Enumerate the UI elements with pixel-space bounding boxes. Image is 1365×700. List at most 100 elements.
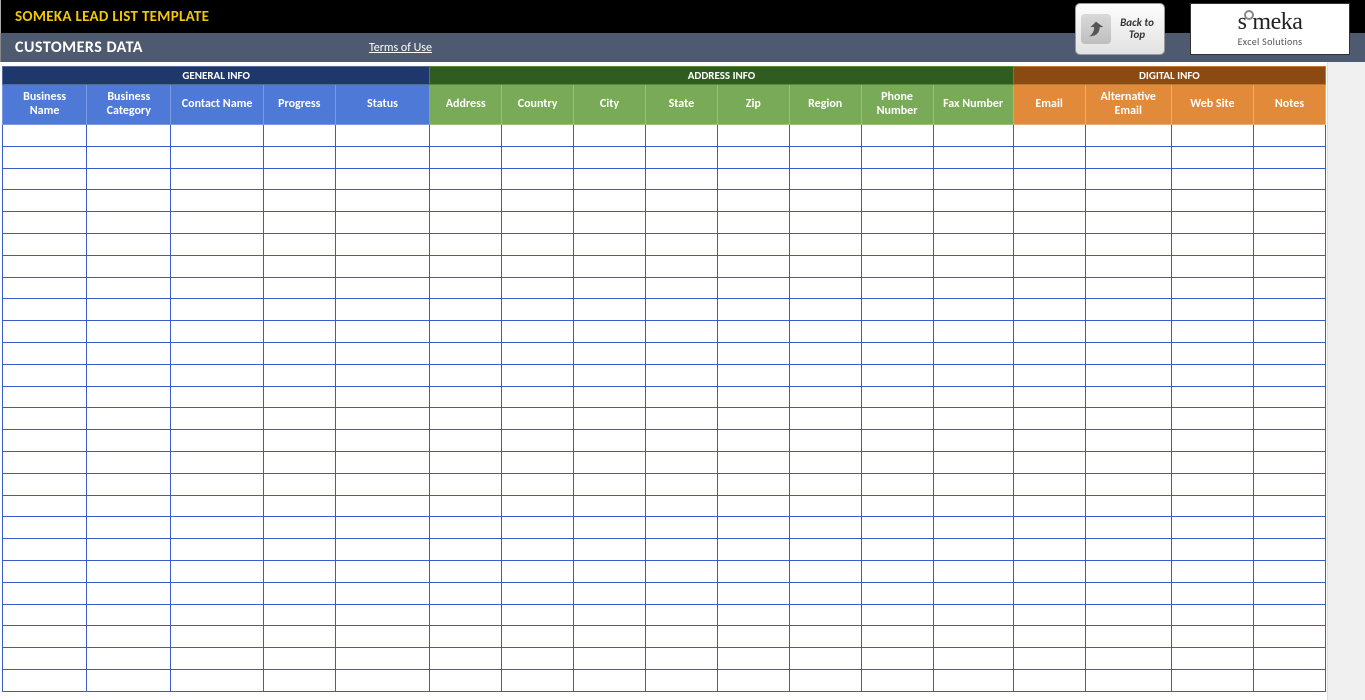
cell[interactable]: [171, 495, 263, 517]
cell[interactable]: [263, 648, 335, 670]
cell[interactable]: [645, 364, 717, 386]
cell[interactable]: [574, 321, 646, 343]
cell[interactable]: [263, 321, 335, 343]
cell[interactable]: [430, 364, 502, 386]
cell[interactable]: [1085, 517, 1171, 539]
cell[interactable]: [1085, 146, 1171, 168]
cell[interactable]: [1085, 604, 1171, 626]
cell[interactable]: [861, 125, 933, 147]
cell[interactable]: [789, 604, 861, 626]
cell[interactable]: [502, 125, 574, 147]
cell[interactable]: [1013, 342, 1085, 364]
cell[interactable]: [171, 430, 263, 452]
cell[interactable]: [1085, 233, 1171, 255]
cell[interactable]: [335, 408, 430, 430]
cell[interactable]: [171, 277, 263, 299]
cell[interactable]: [574, 408, 646, 430]
cell[interactable]: [717, 451, 789, 473]
cell[interactable]: [1013, 299, 1085, 321]
cell[interactable]: [171, 648, 263, 670]
cell[interactable]: [430, 168, 502, 190]
cell[interactable]: [87, 539, 171, 561]
cell[interactable]: [1171, 648, 1253, 670]
cell[interactable]: [789, 539, 861, 561]
col-fax[interactable]: Fax Number: [933, 85, 1013, 125]
cell[interactable]: [263, 386, 335, 408]
cell[interactable]: [789, 190, 861, 212]
cell[interactable]: [574, 299, 646, 321]
cell[interactable]: [335, 125, 430, 147]
col-notes[interactable]: Notes: [1254, 85, 1326, 125]
cell[interactable]: [335, 648, 430, 670]
cell[interactable]: [1171, 299, 1253, 321]
cell[interactable]: [502, 277, 574, 299]
cell[interactable]: [430, 190, 502, 212]
cell[interactable]: [861, 408, 933, 430]
cell[interactable]: [430, 342, 502, 364]
cell[interactable]: [1171, 626, 1253, 648]
cell[interactable]: [87, 168, 171, 190]
cell[interactable]: [87, 125, 171, 147]
cell[interactable]: [717, 146, 789, 168]
cell[interactable]: [171, 669, 263, 691]
cell[interactable]: [861, 342, 933, 364]
cell[interactable]: [1171, 517, 1253, 539]
cell[interactable]: [335, 473, 430, 495]
cell[interactable]: [645, 190, 717, 212]
cell[interactable]: [3, 299, 87, 321]
cell[interactable]: [3, 669, 87, 691]
col-business-category[interactable]: Business Category: [87, 85, 171, 125]
cell[interactable]: [335, 582, 430, 604]
cell[interactable]: [861, 604, 933, 626]
cell[interactable]: [1171, 125, 1253, 147]
cell[interactable]: [1085, 342, 1171, 364]
cell[interactable]: [171, 451, 263, 473]
cell[interactable]: [645, 146, 717, 168]
cell[interactable]: [3, 430, 87, 452]
cell[interactable]: [861, 212, 933, 234]
cell[interactable]: [574, 386, 646, 408]
cell[interactable]: [933, 408, 1013, 430]
cell[interactable]: [861, 560, 933, 582]
cell[interactable]: [335, 190, 430, 212]
cell[interactable]: [1171, 190, 1253, 212]
cell[interactable]: [933, 386, 1013, 408]
cell[interactable]: [335, 364, 430, 386]
cell[interactable]: [789, 342, 861, 364]
cell[interactable]: [717, 430, 789, 452]
cell[interactable]: [574, 255, 646, 277]
cell[interactable]: [1085, 299, 1171, 321]
cell[interactable]: [1013, 495, 1085, 517]
cell[interactable]: [1171, 233, 1253, 255]
col-country[interactable]: Country: [502, 85, 574, 125]
cell[interactable]: [502, 451, 574, 473]
cell[interactable]: [645, 626, 717, 648]
cell[interactable]: [717, 190, 789, 212]
cell[interactable]: [717, 408, 789, 430]
cell[interactable]: [171, 125, 263, 147]
cell[interactable]: [574, 626, 646, 648]
cell[interactable]: [789, 451, 861, 473]
cell[interactable]: [789, 364, 861, 386]
cell[interactable]: [1171, 321, 1253, 343]
cell[interactable]: [502, 408, 574, 430]
col-alt-email[interactable]: Alternative Email: [1085, 85, 1171, 125]
cell[interactable]: [502, 560, 574, 582]
cell[interactable]: [3, 517, 87, 539]
cell[interactable]: [3, 168, 87, 190]
back-to-top-button[interactable]: Back toTop: [1075, 3, 1165, 55]
cell[interactable]: [789, 168, 861, 190]
cell[interactable]: [717, 277, 789, 299]
cell[interactable]: [933, 342, 1013, 364]
cell[interactable]: [574, 473, 646, 495]
cell[interactable]: [1085, 430, 1171, 452]
cell[interactable]: [263, 473, 335, 495]
cell[interactable]: [1085, 364, 1171, 386]
cell[interactable]: [3, 495, 87, 517]
cell[interactable]: [574, 146, 646, 168]
cell[interactable]: [87, 495, 171, 517]
cell[interactable]: [1085, 168, 1171, 190]
cell[interactable]: [1254, 386, 1326, 408]
cell[interactable]: [430, 386, 502, 408]
cell[interactable]: [1085, 190, 1171, 212]
